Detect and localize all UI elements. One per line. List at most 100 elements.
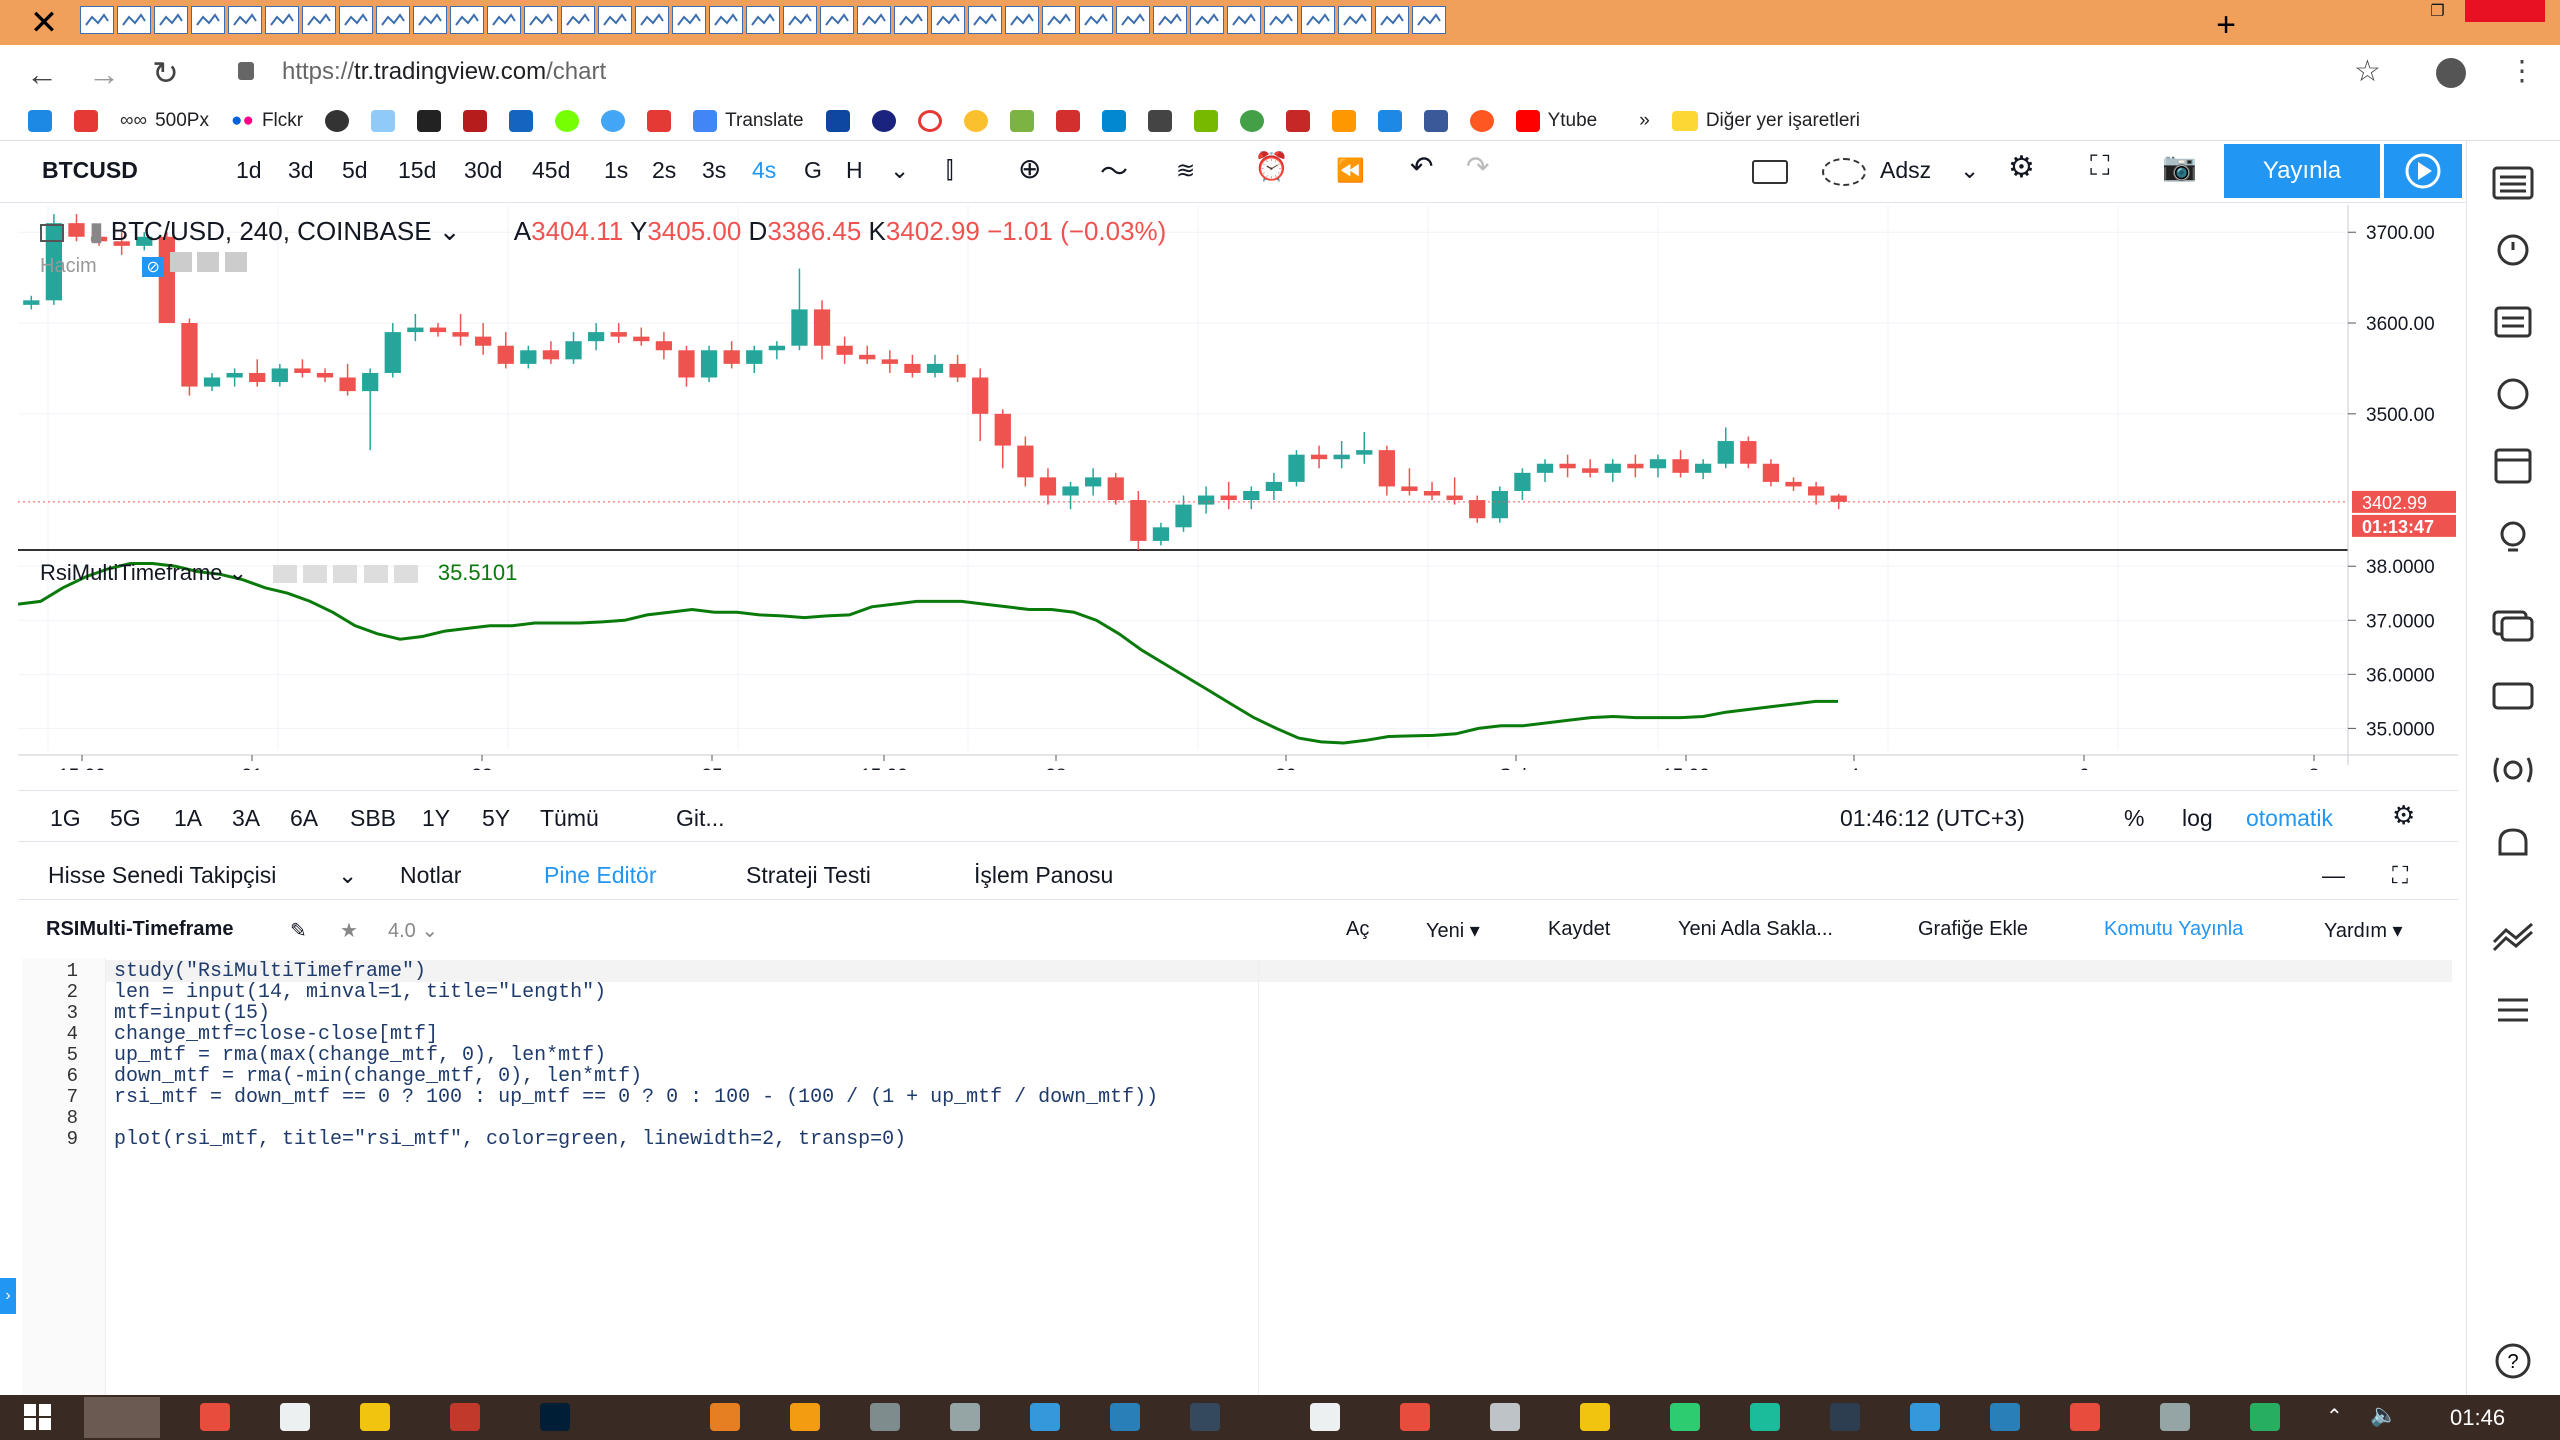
taskbar-app-icon[interactable] — [1400, 1403, 1430, 1431]
bookmark-icon[interactable] — [509, 109, 534, 132]
code-line[interactable]: len = input(14, minval=1, title="Length"… — [114, 981, 606, 1004]
legend-dropdown-icon[interactable]: ⌄ — [432, 216, 461, 246]
chart-settings-gear-icon[interactable]: ⚙ — [2392, 800, 2415, 831]
bookmark-icon[interactable] — [647, 109, 672, 132]
watchlist-icon[interactable] — [2490, 162, 2536, 204]
browser-tab[interactable] — [154, 6, 188, 34]
range-5g[interactable]: 5G — [110, 805, 141, 832]
taskbar-app-icon[interactable] — [950, 1403, 980, 1431]
editor-action-1[interactable]: Yeni ▾ — [1426, 918, 1480, 943]
interval-15d[interactable]: 15d — [398, 157, 436, 184]
browser-tab[interactable] — [783, 6, 817, 34]
data-window-icon[interactable] — [2490, 300, 2536, 342]
windows-start-icon[interactable] — [22, 1402, 54, 1432]
bookmark-icon[interactable] — [1147, 109, 1172, 132]
range-1g[interactable]: 1G — [50, 805, 81, 832]
settings-icon[interactable] — [169, 252, 192, 272]
bookmark-icon[interactable] — [1331, 109, 1356, 132]
taskbar-app-icon[interactable] — [200, 1403, 230, 1431]
bookmark-icon[interactable] — [1469, 109, 1494, 132]
goto-date[interactable]: Git... — [676, 805, 725, 832]
help-icon[interactable]: ? — [2490, 1340, 2536, 1382]
code-line[interactable]: change_mtf=close-close[mtf] — [114, 1023, 438, 1046]
taskbar-app-icon[interactable] — [2070, 1403, 2100, 1431]
range-6a[interactable]: 6A — [290, 805, 318, 832]
tab-0[interactable]: Hisse Senedi Takipçisi — [48, 862, 276, 889]
browser-tab[interactable] — [857, 6, 891, 34]
interval-4s[interactable]: 4s — [752, 157, 776, 184]
maximize-panel-icon[interactable]: ⛶ — [2392, 862, 2408, 889]
remove-icon[interactable] — [393, 565, 418, 584]
browser-tab[interactable] — [598, 6, 632, 34]
taskbar-app-icon[interactable] — [790, 1403, 820, 1431]
browser-tab[interactable] — [1264, 6, 1298, 34]
auto-toggle[interactable]: otomatik — [2246, 805, 2333, 832]
stream-play-button[interactable] — [2384, 144, 2462, 198]
bookmark-icon[interactable] — [555, 109, 580, 132]
bookmark-icon[interactable] — [825, 109, 850, 132]
tab-2[interactable]: Pine Editör — [544, 862, 657, 889]
expand-handle-icon[interactable]: › — [0, 1278, 16, 1314]
reload-icon[interactable]: ↻ — [152, 54, 179, 92]
taskbar-app-icon[interactable] — [1670, 1403, 1700, 1431]
browser-tab[interactable] — [1412, 6, 1446, 34]
indicator-dropdown-icon[interactable]: ⌄ — [223, 560, 254, 585]
taskbar-app-icon[interactable] — [1830, 1403, 1860, 1431]
browser-tab[interactable] — [376, 6, 410, 34]
range-1y[interactable]: 1Y — [422, 805, 450, 832]
browser-tab[interactable] — [709, 6, 743, 34]
new-tab-icon[interactable]: + — [2206, 6, 2246, 45]
log-toggle[interactable]: log — [2182, 805, 2213, 832]
code-line[interactable]: plot(rsi_mtf, title="rsi_mtf", color=gre… — [114, 1128, 906, 1151]
alarm-clock-icon[interactable] — [2490, 228, 2536, 270]
range-tümü[interactable]: Tümü — [540, 805, 599, 832]
compare-icon[interactable]: 〜 — [1100, 150, 1128, 190]
alert-icon[interactable]: ⏰ — [1254, 150, 1289, 183]
browser-tab[interactable] — [1338, 6, 1372, 34]
calendar-icon[interactable] — [2490, 444, 2536, 486]
taskbar-app-icon[interactable] — [540, 1403, 570, 1431]
menu-icon[interactable]: ⋮ — [2508, 54, 2536, 87]
settings-icon[interactable] — [303, 565, 328, 584]
interval-1s[interactable]: 1s — [604, 157, 628, 184]
taskbar-clock[interactable]: 01:46 — [2450, 1405, 2505, 1431]
undo-icon[interactable]: ↶ — [1410, 150, 1433, 183]
order-panel-icon[interactable] — [2490, 988, 2536, 1030]
browser-tab[interactable] — [1005, 6, 1039, 34]
range-5y[interactable]: 5Y — [482, 805, 510, 832]
code-line[interactable]: study("RsiMultiTimeframe") — [114, 960, 426, 983]
browser-tab[interactable] — [1116, 6, 1150, 34]
browser-tab[interactable] — [191, 6, 225, 34]
cloud-icon[interactable] — [1822, 158, 1866, 186]
replay-icon[interactable]: ⏪ — [1336, 157, 1365, 184]
bookmark-icon[interactable] — [417, 109, 442, 132]
taskbar-app-icon[interactable] — [1030, 1403, 1060, 1431]
taskbar-app-icon[interactable] — [280, 1403, 310, 1431]
maximize-icon[interactable]: ❐ — [2410, 0, 2465, 22]
streams-icon[interactable] — [2490, 750, 2536, 792]
percent-toggle[interactable]: % — [2124, 805, 2144, 832]
trading-panel-icon[interactable] — [2490, 916, 2536, 958]
close-tab-icon[interactable]: ✕ — [22, 6, 66, 40]
messages-icon[interactable] — [2490, 676, 2536, 718]
editor-action-3[interactable]: Yeni Adla Sakla... — [1678, 918, 1833, 941]
bookmark-icon[interactable] — [1193, 109, 1218, 132]
editor-action-4[interactable]: Grafiğe Ekle — [1918, 918, 2028, 941]
editor-action-0[interactable]: Aç — [1346, 918, 1369, 941]
bookmark-icon[interactable] — [917, 109, 942, 132]
flag-icon[interactable]: ▮ — [89, 216, 103, 246]
browser-tab[interactable] — [746, 6, 780, 34]
interval-H[interactable]: H — [846, 157, 863, 184]
browser-tab[interactable] — [80, 6, 114, 34]
bookmark-icon[interactable] — [1055, 109, 1080, 132]
edit-name-pencil-icon[interactable]: ✎ — [290, 918, 307, 943]
editor-action-2[interactable]: Kaydet — [1548, 918, 1610, 941]
code-line[interactable]: up_mtf = rma(max(change_mtf, 0), len*mtf… — [114, 1044, 606, 1067]
range-sbb[interactable]: SBB — [350, 805, 396, 832]
interval-1d[interactable]: 1d — [236, 157, 262, 184]
snapshot-camera-icon[interactable]: 📷 — [2162, 150, 2197, 183]
hotlist-icon[interactable] — [2490, 372, 2536, 414]
url-field[interactable]: https://tr.tradingview.com/chart — [282, 58, 606, 86]
symbol-search[interactable]: BTCUSD — [42, 157, 138, 184]
taskbar-app-icon[interactable] — [1990, 1403, 2020, 1431]
